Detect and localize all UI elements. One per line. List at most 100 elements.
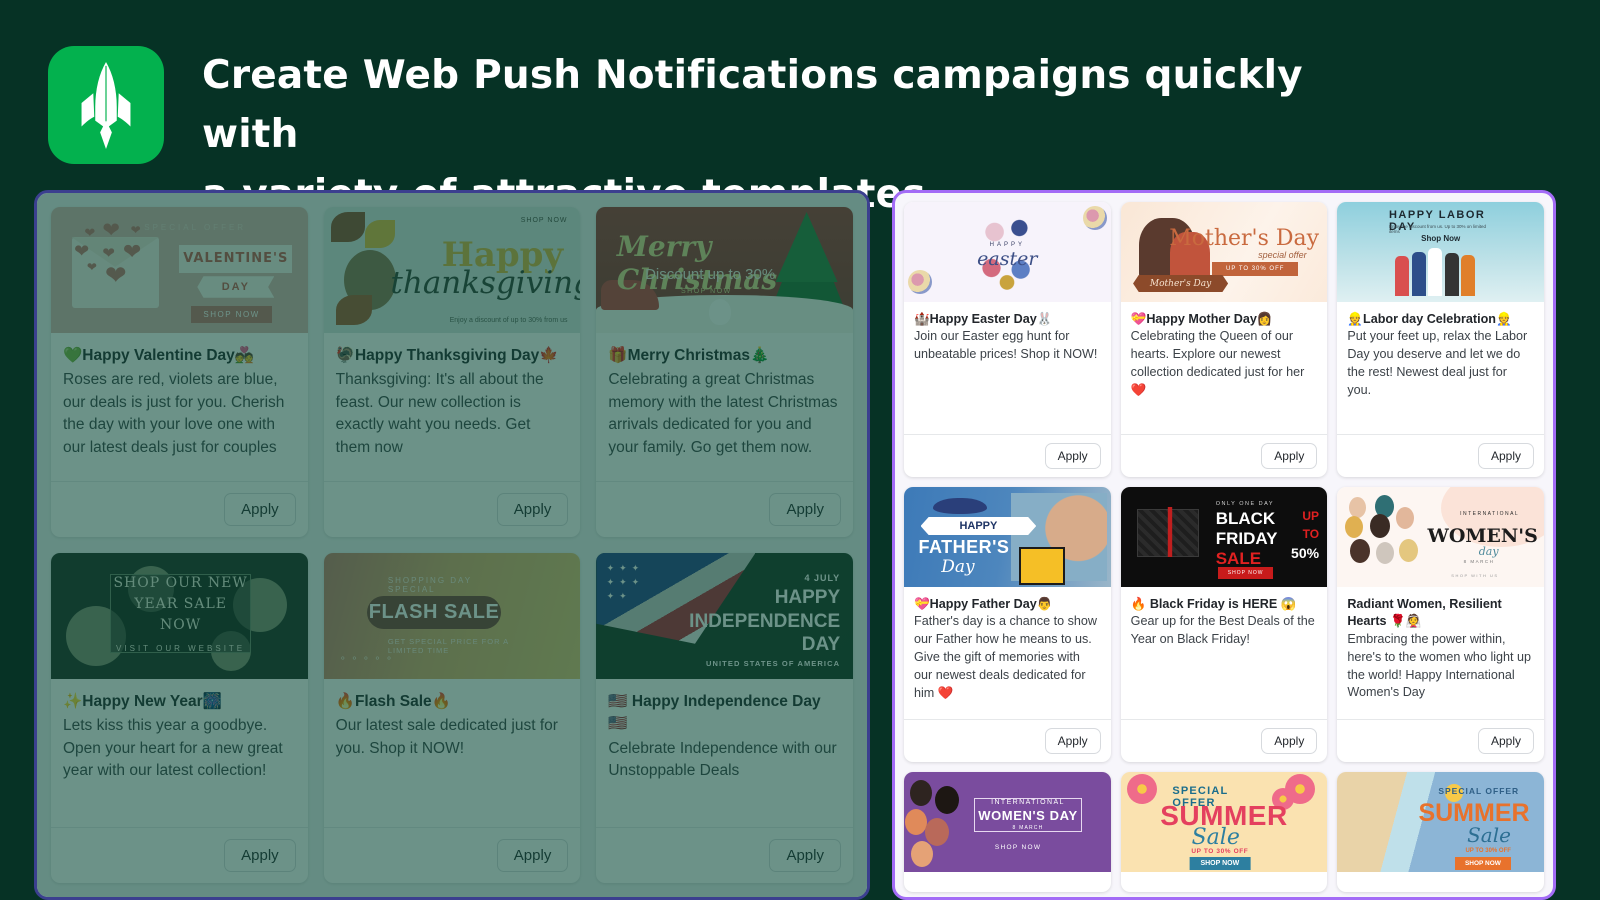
template-card-christmas[interactable]: Merry Christmas Discount up to 30% SHOP … [596, 207, 853, 537]
banner-cta: SHOP NOW [520, 217, 568, 225]
apply-button[interactable]: Apply [224, 839, 296, 872]
card-body: 🇺🇸 Happy Independence Day 🇺🇸 Celebrate I… [596, 679, 853, 827]
card-body: 🔥 Black Friday is HERE 😱 Gear up for the… [1121, 587, 1328, 719]
laborday-banner: HAPPY LABOR DAY Enjoy the discount from … [1337, 202, 1544, 302]
card-text: Father's day is a chance to show our Fat… [914, 614, 1098, 700]
apply-button[interactable]: Apply [496, 493, 569, 526]
banner-line-2: YEAR SALE NOW [134, 596, 227, 634]
easter-banner: HAPPY easter [904, 202, 1111, 302]
card-body: ✨Happy New Year🎆 Lets kiss this year a g… [51, 679, 308, 827]
banner-eyebrow: ONLY ONE DAY [1215, 501, 1275, 507]
banner-date: 8 MARCH [1012, 825, 1044, 831]
card-text: Celebrating the Queen of our hearts. Exp… [1130, 329, 1305, 397]
banner-line-2: Day [941, 557, 975, 577]
banner-title: Mother's Day [1169, 226, 1320, 251]
apply-button[interactable]: Apply [769, 493, 841, 526]
template-card-newyear[interactable]: SHOP OUR NEW YEAR SALE NOW VISIT OUR WEB… [51, 553, 308, 883]
banner-date: 8 MARCH [1463, 559, 1495, 564]
template-gallery-dimmed[interactable]: ❤ ❤ ❤ ❤ ❤ ❤ ❤ ❤ SPECIAL OFFER VALENTINE'… [34, 190, 870, 900]
card-text: Join our Easter egg hunt for unbeatable … [914, 329, 1098, 362]
template-card-summersale-blue[interactable]: SPECIAL OFFER SUMMER Sale UP TO 30% OFF … [1337, 772, 1544, 892]
template-card-laborday[interactable]: HAPPY LABOR DAY Enjoy the discount from … [1337, 202, 1544, 477]
apply-button[interactable]: Apply [1477, 443, 1534, 469]
thanksgiving-banner: SHOP NOW Happy thanksgiving Enjoy a disc… [323, 207, 581, 333]
newyear-banner: SHOP OUR NEW YEAR SALE NOW VISIT OUR WEB… [51, 553, 308, 679]
banner-line-1: SHOP OUR NEW [113, 575, 248, 592]
banner-line-3: DAY [801, 633, 841, 655]
template-card-thanksgiving[interactable]: SHOP NOW Happy thanksgiving Enjoy a disc… [323, 207, 581, 537]
card-text: Celebrating a great Christmas memory wit… [608, 371, 838, 456]
card-title: 👷Labor day Celebration👷 [1347, 312, 1512, 326]
card-title: 💝Happy Mother Day👩 [1130, 312, 1273, 326]
banner-script: Sale [1191, 825, 1240, 850]
banner-cta: SHOP NOW [681, 287, 732, 295]
apply-button[interactable]: Apply [1261, 443, 1318, 469]
banner-title-script: thanksgiving [390, 264, 581, 301]
apply-button[interactable]: Apply [1044, 443, 1101, 469]
template-grid-right: HAPPY easter 🏰Happy Easter Day🐰 Join our… [895, 193, 1553, 892]
apply-button[interactable]: Apply [1477, 728, 1534, 754]
mothersday-banner: Mother's Day special offer UP TO 30% OFF… [1120, 202, 1328, 302]
card-text: Our latest sale dedicated just for you. … [335, 717, 558, 757]
apply-button[interactable]: Apply [769, 839, 841, 872]
banner-script: Sale [1467, 823, 1511, 847]
card-body: Radiant Women, Resilient Hearts 🌹👰 Embra… [1337, 587, 1544, 719]
summersale-blue-banner: SPECIAL OFFER SUMMER Sale UP TO 30% OFF … [1337, 772, 1544, 872]
card-title: 🦃Happy Thanksgiving Day🍁 [335, 347, 559, 364]
banner-to: TO [1302, 527, 1320, 541]
card-footer: Apply [323, 827, 581, 883]
card-text: Celebrate Independence with our Unstoppa… [608, 739, 837, 780]
card-footer: Apply [1337, 434, 1544, 477]
apply-button[interactable]: Apply [224, 493, 296, 526]
banner-line-2: FRIDAY [1215, 529, 1278, 548]
card-footer: Apply [51, 481, 308, 537]
card-title: ✨Happy New Year🎆 [63, 693, 222, 710]
template-card-blackfriday[interactable]: ONLY ONE DAY BLACK FRIDAY SALE UP TO 50%… [1120, 487, 1328, 762]
womensday-banner: INTERNATIONAL WOMEN'S day 8 MARCH SHOP W… [1337, 487, 1544, 587]
template-card-fathersday[interactable]: HAPPY FATHER'S Day 💝Happy Father Day👨 Fa… [904, 487, 1111, 762]
template-card-independence[interactable]: ✦✦✦ ✦✦✦ ✦✦ 4 JULY HAPPY INDEPENDENCE DAY U… [596, 553, 853, 883]
card-text: Thanksgiving: It's all about the feast. … [335, 371, 544, 456]
rocket-icon [69, 60, 143, 150]
template-card-womensday-purple[interactable]: INTERNATIONAL WOMEN'S DAY 8 MARCH SHOP N… [904, 772, 1111, 892]
summersale-yellow-banner: SPECIAL OFFER SUMMER Sale UP TO 30% OFF … [1120, 772, 1328, 872]
card-body: 🏰Happy Easter Day🐰 Join our Easter egg h… [904, 302, 1111, 434]
template-card-summersale-yellow[interactable]: SPECIAL OFFER SUMMER Sale UP TO 30% OFF … [1120, 772, 1328, 892]
apply-button[interactable]: Apply [1044, 728, 1101, 754]
banner-footnote: Enjoy a discount of up to 30% from us [449, 317, 568, 325]
card-title: 🔥 Black Friday is HERE 😱 [1130, 597, 1297, 611]
banner-up: UP [1302, 509, 1320, 523]
card-title: 🏰Happy Easter Day🐰 [914, 312, 1053, 326]
card-body: 💝Happy Father Day👨 Father's day is a cha… [904, 587, 1111, 719]
template-gallery-active[interactable]: HAPPY easter 🏰Happy Easter Day🐰 Join our… [892, 190, 1556, 900]
banner-eyebrow: INTERNATIONAL [991, 799, 1065, 806]
card-text: Lets kiss this year a goodbye. Open your… [63, 717, 283, 780]
card-footer: Apply [323, 481, 581, 537]
template-card-flashsale[interactable]: SHOPPING DAY SPECIAL FLASH SALE GET SPEC… [323, 553, 581, 883]
banner-cta: SHOP NOW [1454, 857, 1511, 870]
banner-title: WOMEN'S DAY [978, 808, 1078, 823]
blackfriday-banner: ONLY ONE DAY BLACK FRIDAY SALE UP TO 50%… [1120, 487, 1328, 587]
card-title: 🔥Flash Sale🔥 [335, 693, 451, 710]
apply-button[interactable]: Apply [496, 839, 569, 872]
template-card-mothersday[interactable]: Mother's Day special offer UP TO 30% OFF… [1120, 202, 1328, 477]
template-card-womensday[interactable]: INTERNATIONAL WOMEN'S day 8 MARCH SHOP W… [1337, 487, 1544, 762]
banner-cta: SHOP NOW [1217, 567, 1274, 579]
card-text: Roses are red, violets are blue, our dea… [63, 371, 285, 456]
banner-title: WOMEN'S [1427, 525, 1538, 547]
banner-footnote: UNITED STATES OF AMERICA [705, 658, 841, 668]
banner-cta: SHOP NOW [191, 305, 272, 323]
banner-cta: Shop Now [1421, 234, 1461, 243]
card-footer: Apply [1337, 719, 1544, 762]
banner-line-2: INDEPENDENCE [689, 610, 841, 632]
card-title: 🎁Merry Christmas🎄 [608, 347, 770, 364]
template-card-easter[interactable]: HAPPY easter 🏰Happy Easter Day🐰 Join our… [904, 202, 1111, 477]
template-card-valentine[interactable]: ❤ ❤ ❤ ❤ ❤ ❤ ❤ ❤ SPECIAL OFFER VALENTINE'… [51, 207, 308, 537]
card-body: 💚Happy Valentine Day💑 Roses are red, vio… [51, 333, 308, 481]
banner-subtitle: Discount up to 30% [645, 266, 776, 284]
card-footer: Apply [904, 434, 1111, 477]
apply-button[interactable]: Apply [1261, 728, 1318, 754]
banner-discount: UP TO 30% OFF [1465, 848, 1511, 854]
banner-title: easter [977, 248, 1038, 270]
card-footer: Apply [51, 827, 308, 883]
